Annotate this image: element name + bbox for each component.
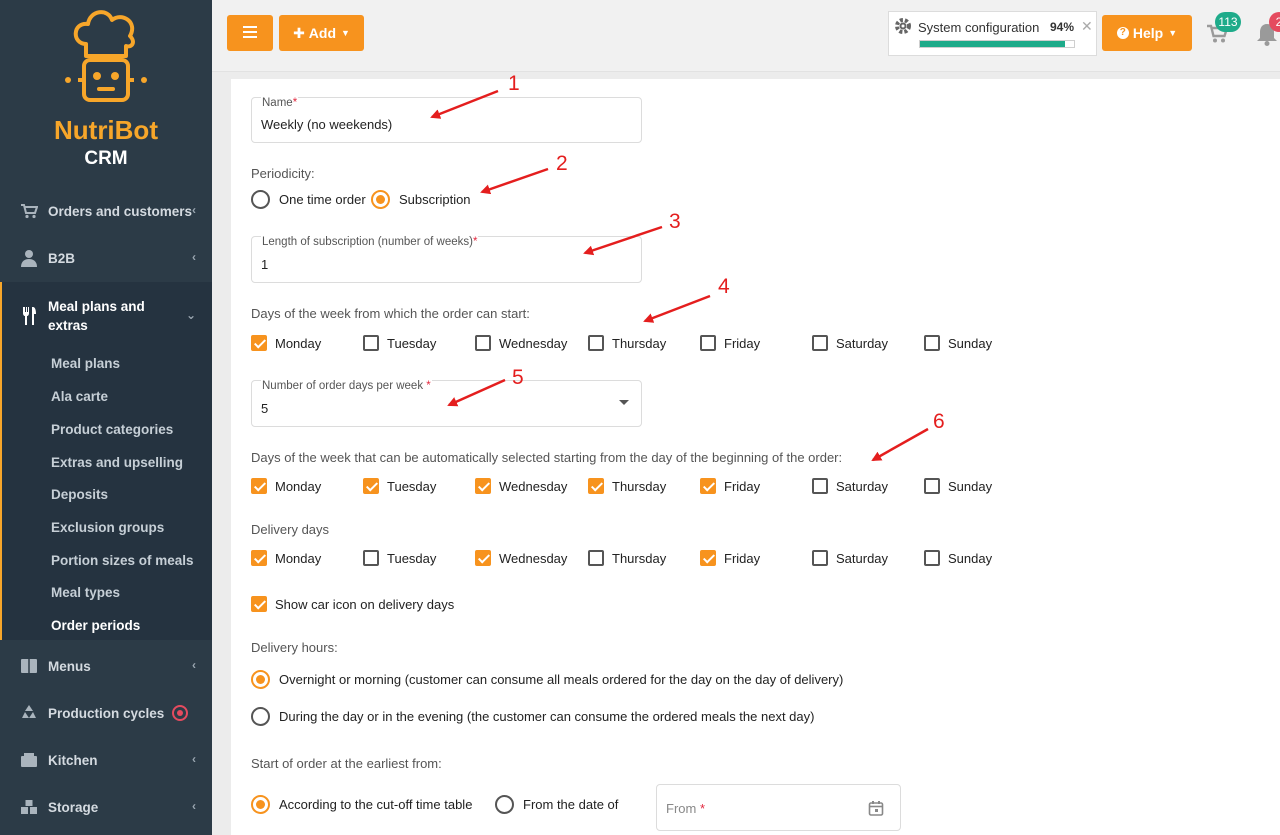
annotation-number-1: 1 [508, 72, 520, 95]
annotation-number-2: 2 [556, 152, 568, 175]
annotation-arrow-2 [480, 167, 549, 195]
annotation-arrows [430, 89, 929, 462]
annotation-number-6: 6 [933, 410, 945, 433]
annotation-arrow-1 [430, 89, 499, 119]
annotation-number-4: 4 [718, 275, 730, 298]
annotation-arrow-3 [583, 225, 663, 256]
annotation-arrow-6 [871, 427, 929, 462]
annotation-number-3: 3 [669, 210, 681, 233]
annotation-arrow-4 [643, 294, 711, 323]
annotation-arrow-5 [447, 378, 506, 407]
annotation-number-5: 5 [512, 366, 524, 389]
